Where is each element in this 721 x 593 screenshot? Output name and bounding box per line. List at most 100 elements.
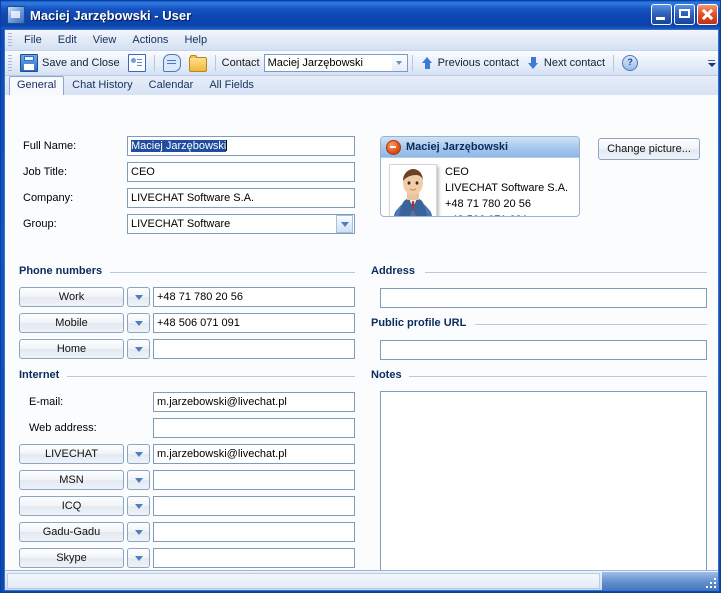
maximize-button[interactable] xyxy=(674,4,695,25)
help-button[interactable]: ? xyxy=(618,52,642,74)
general-tab-panel: Full Name: Maciej Jarzębowski Job Title:… xyxy=(5,95,718,586)
im-value-skype[interactable] xyxy=(153,548,355,568)
toolbar-separator-3 xyxy=(411,55,413,71)
tab-strip: General Chat History Calendar All Fields xyxy=(5,76,718,96)
phone-type-dropdown-work[interactable] xyxy=(127,287,150,307)
address-card-icon xyxy=(127,54,146,72)
im-type-button-livechat[interactable]: LIVECHAT xyxy=(19,444,124,464)
chat-bubble-icon xyxy=(162,54,181,72)
im-type-button-gadu-gadu[interactable]: Gadu-Gadu xyxy=(19,522,124,542)
full-name-label: Full Name: xyxy=(23,140,77,152)
company-input[interactable]: LIVECHAT Software S.A. xyxy=(127,188,355,208)
folder-button[interactable] xyxy=(185,52,211,74)
help-icon: ? xyxy=(622,55,639,71)
close-button[interactable] xyxy=(697,4,718,25)
job-title-input[interactable]: CEO xyxy=(127,162,355,182)
company-label: Company: xyxy=(23,192,74,204)
email-label: E-mail: xyxy=(29,396,64,408)
contact-select-value: Maciej Jarzębowski xyxy=(267,57,363,69)
contact-card-icon xyxy=(7,6,25,24)
im-type-button-skype[interactable]: Skype xyxy=(19,548,124,568)
chat-button[interactable] xyxy=(159,52,185,74)
im-type-dropdown-skype[interactable] xyxy=(127,548,150,568)
menu-help[interactable]: Help xyxy=(176,32,215,48)
save-icon xyxy=(20,54,38,72)
contact-select[interactable]: Maciej Jarzębowski xyxy=(263,54,408,72)
toolbar-separator-2 xyxy=(214,55,216,71)
address-input[interactable] xyxy=(380,288,707,308)
im-value-livechat[interactable]: m.jarzebowski@livechat.pl xyxy=(153,444,355,464)
menu-drag-grip[interactable] xyxy=(8,33,12,47)
tab-chat-history[interactable]: Chat History xyxy=(64,76,141,95)
phone-type-button-work[interactable]: Work xyxy=(19,287,124,307)
contact-card-header: Maciej Jarzębowski xyxy=(381,137,579,158)
phone-value-home[interactable] xyxy=(153,339,355,359)
contact-card-line-2: LIVECHAT Software S.A. xyxy=(445,182,569,194)
group-select-value: LIVECHAT Software xyxy=(131,218,231,230)
next-contact-label: Next contact xyxy=(543,57,606,69)
presence-icon xyxy=(386,139,401,155)
contact-card-body: CEO LIVECHAT Software S.A. +48 71 780 20… xyxy=(381,158,579,216)
tab-general[interactable]: General xyxy=(9,76,65,96)
im-type-dropdown-gadu-gadu[interactable] xyxy=(127,522,150,542)
save-and-close-label: Save and Close xyxy=(42,57,120,69)
minimize-button[interactable] xyxy=(651,4,672,25)
address-divider xyxy=(425,272,707,273)
internet-divider xyxy=(67,376,355,377)
next-contact-button[interactable]: Next contact xyxy=(523,52,609,74)
im-type-dropdown-icq[interactable] xyxy=(127,496,150,516)
im-type-dropdown-msn[interactable] xyxy=(127,470,150,490)
group-label: Group: xyxy=(23,218,57,230)
internet-group-title: Internet xyxy=(19,369,65,381)
notes-textarea[interactable] xyxy=(380,391,707,586)
phone-type-button-home[interactable]: Home xyxy=(19,339,124,359)
change-picture-button[interactable]: Change picture... xyxy=(598,138,700,160)
im-type-dropdown-livechat[interactable] xyxy=(127,444,150,464)
chevron-down-icon[interactable] xyxy=(391,55,407,71)
contact-card-button[interactable] xyxy=(124,52,150,74)
public-profile-group-title: Public profile URL xyxy=(371,317,472,329)
im-type-button-msn[interactable]: MSN xyxy=(19,470,124,490)
group-select[interactable]: LIVECHAT Software xyxy=(127,214,355,234)
toolbar-overflow-button[interactable] xyxy=(707,54,716,72)
im-type-button-icq[interactable]: ICQ xyxy=(19,496,124,516)
toolbar-drag-grip[interactable] xyxy=(8,55,12,71)
menu-actions[interactable]: Actions xyxy=(124,32,176,48)
phone-type-dropdown-mobile[interactable] xyxy=(127,313,150,333)
businessman-avatar-icon xyxy=(390,165,436,216)
menu-file[interactable]: File xyxy=(16,32,50,48)
toolbar-separator-4 xyxy=(613,55,615,71)
web-address-input[interactable] xyxy=(153,418,355,438)
save-and-close-button[interactable]: Save and Close xyxy=(16,52,124,74)
status-text xyxy=(7,572,600,589)
contact-card-details: CEO LIVECHAT Software S.A. +48 71 780 20… xyxy=(445,164,569,216)
previous-contact-label: Previous contact xyxy=(437,57,519,69)
menu-view[interactable]: View xyxy=(85,32,125,48)
public-profile-input[interactable] xyxy=(380,340,707,360)
previous-contact-button[interactable]: Previous contact xyxy=(417,52,523,74)
contact-card-line-4: +48 506 071 091 xyxy=(445,212,568,216)
phone-numbers-group-title: Phone numbers xyxy=(19,265,108,277)
job-title-label: Job Title: xyxy=(23,166,68,178)
phone-numbers-divider xyxy=(110,272,355,273)
tab-all-fields[interactable]: All Fields xyxy=(201,76,262,95)
im-value-msn[interactable] xyxy=(153,470,355,490)
window-title: Maciej Jarzębowski - User xyxy=(30,7,192,23)
im-value-icq[interactable] xyxy=(153,496,355,516)
menu-edit[interactable]: Edit xyxy=(50,32,85,48)
tab-calendar[interactable]: Calendar xyxy=(141,76,202,95)
im-value-gadu-gadu[interactable] xyxy=(153,522,355,542)
chevron-down-icon[interactable] xyxy=(336,215,353,233)
resize-grip[interactable] xyxy=(704,576,716,588)
full-name-input[interactable]: Maciej Jarzębowski xyxy=(127,136,355,156)
public-profile-divider xyxy=(475,324,707,325)
phone-value-mobile[interactable]: +48 506 071 091 xyxy=(153,313,355,333)
contact-card-line-3: +48 71 780 20 56 xyxy=(445,198,531,210)
phone-value-work[interactable]: +48 71 780 20 56 xyxy=(153,287,355,307)
phone-type-button-mobile[interactable]: Mobile xyxy=(19,313,124,333)
contact-card-line-1: CEO xyxy=(445,166,469,178)
client-area: File Edit View Actions Help Save and Clo… xyxy=(4,29,719,591)
phone-type-dropdown-home[interactable] xyxy=(127,339,150,359)
email-input[interactable]: m.jarzebowski@livechat.pl xyxy=(153,392,355,412)
status-resize-area xyxy=(602,571,718,590)
